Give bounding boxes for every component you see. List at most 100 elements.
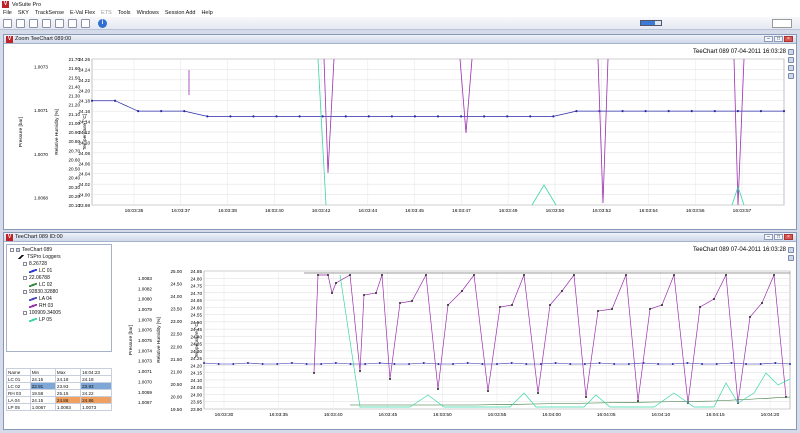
layout-icon[interactable]	[772, 19, 792, 28]
rh-point	[597, 310, 599, 312]
menu-sky[interactable]: SKY	[18, 10, 29, 16]
temp-tick-label: 24.00	[191, 392, 203, 397]
rh-tick-label: 20.50	[171, 382, 183, 387]
rh-point	[375, 292, 377, 294]
rh-point	[523, 274, 525, 276]
tree-group-label: TSPro Loggers	[27, 254, 61, 260]
temp-tick-label: 24.06	[79, 161, 91, 166]
table-cell: 24.86	[54, 396, 82, 404]
x-tick-label: 16:03:30	[215, 412, 234, 418]
zoom-window-controls: – □ ×	[763, 36, 793, 42]
rh-tick-label: 21.50	[171, 357, 183, 362]
pressure-axis-label: Pressure [bar]	[18, 117, 24, 147]
pressure-tick-label: 1.0070	[34, 152, 48, 157]
tree-item[interactable]: LC 01	[29, 268, 52, 274]
rh-point	[461, 290, 463, 292]
rh-point	[317, 274, 319, 276]
temp-point	[552, 115, 555, 118]
temp-point	[113, 99, 117, 102]
tree-item[interactable]: LP 05	[29, 317, 52, 323]
tree-item[interactable]: 8.26728	[23, 261, 47, 267]
rh-point	[425, 274, 427, 276]
menu-ets[interactable]: ETS	[101, 10, 112, 16]
tree-item[interactable]: LC 02	[29, 282, 52, 288]
menu-tools[interactable]: Tools	[118, 10, 131, 16]
print-icon[interactable]	[68, 18, 77, 28]
tree-group[interactable]: TSPro Loggers	[17, 254, 61, 260]
teechart-panel: V TeeChart 089 ID:00 – □ × TeeChart 089 …	[3, 232, 797, 430]
tree-item[interactable]: RH 03	[29, 303, 53, 309]
info-icon[interactable]: i	[98, 18, 107, 28]
temp-point	[378, 362, 381, 364]
tree-item-label: 100909.34005	[29, 310, 61, 316]
menu-windows[interactable]: Windows	[137, 10, 159, 16]
tree-item[interactable]: 100909.34005	[23, 310, 61, 316]
temp-tick-label: 24.55	[191, 313, 203, 318]
temp-tick-label: 24.16	[79, 109, 91, 114]
minimize-button[interactable]: –	[764, 36, 773, 42]
tree-item-label: RH 03	[39, 303, 54, 309]
close-button[interactable]: ×	[784, 234, 793, 240]
tree-item-label: 8.26728	[29, 261, 48, 267]
open-icon[interactable]	[16, 18, 25, 28]
open-folder-icon[interactable]	[29, 18, 38, 28]
tree-item[interactable]: 22.06788	[23, 275, 50, 281]
menu-eval-flex[interactable]: E-Val Flex	[70, 10, 95, 16]
maximize-button[interactable]: □	[774, 234, 783, 240]
series-swatch-icon	[17, 255, 25, 259]
rh-point	[625, 274, 627, 276]
rh-point	[447, 304, 449, 306]
series-swatch-icon	[29, 269, 37, 273]
new-icon[interactable]	[3, 18, 12, 28]
temp-point	[137, 110, 140, 113]
rh-tick-label: 24.50	[171, 282, 183, 287]
document-icon[interactable]	[42, 18, 51, 28]
table-cell: LC 01	[6, 375, 31, 383]
table-cell: 23.93	[54, 382, 82, 390]
table-cell: 22.91	[29, 382, 56, 390]
stats-table: Name Min Max 16:04:23 LC 01 24.15 24.18 …	[6, 368, 112, 411]
pressure-tick-label: 1.0068	[34, 196, 48, 201]
rh-point	[499, 306, 501, 308]
rh-point	[573, 274, 575, 276]
pressure-tick-label: 1.0082	[138, 286, 152, 291]
main-toolbar: i	[0, 17, 800, 30]
series-swatch-icon	[29, 304, 37, 308]
rh-tick-label: 20.00	[171, 394, 183, 399]
save-icon[interactable]	[55, 18, 64, 28]
rh-tick-label: 21.10	[69, 112, 81, 117]
tree-root[interactable]: TeeChart 089	[10, 247, 52, 253]
zoom-chart[interactable]: TeeChart 089 07-04-2011 16:03:28 24.26 24…	[4, 45, 794, 229]
menu-file[interactable]: File	[3, 10, 12, 16]
menu-tracksense[interactable]: TrackSense	[35, 10, 64, 16]
temp-point	[759, 363, 762, 365]
close-button[interactable]: ×	[784, 36, 793, 42]
rh-tick-label: 20.70	[69, 148, 81, 153]
col-header: Max	[54, 368, 82, 376]
maximize-button[interactable]: □	[774, 36, 783, 42]
temp-tick-label: 23.90	[191, 407, 203, 412]
main-chart[interactable]: TeeChart 089 07-04-2011 16:03:28 24.85 24…	[114, 243, 794, 429]
x-tick-label: 16:03:45	[378, 412, 397, 418]
temp-point	[627, 363, 630, 365]
table-cell: 24.86	[80, 396, 112, 404]
minimize-button[interactable]: –	[764, 234, 773, 240]
temp-point	[367, 115, 370, 118]
x-tick-label: 16:03:35	[269, 412, 288, 418]
x-tick-label: 16:03:57	[733, 208, 752, 214]
temp-point	[183, 110, 186, 113]
rh-point	[713, 298, 715, 300]
zoom-chart-panel: V Zoom TeeChart 089:00 – □ × TeeChart 08…	[3, 34, 797, 230]
tree-item[interactable]: LA 04	[29, 296, 52, 302]
tree-item[interactable]: 92830.32880	[23, 289, 58, 295]
expand-icon[interactable]	[10, 248, 14, 252]
temp-point	[525, 363, 528, 365]
rh-point	[335, 282, 337, 284]
rh-point	[389, 378, 391, 380]
menu-session-add[interactable]: Session Add	[165, 10, 196, 16]
report-icon[interactable]	[81, 18, 90, 28]
menu-help[interactable]: Help	[201, 10, 212, 16]
series-swatch-icon	[29, 297, 37, 301]
temp-point	[569, 363, 572, 365]
series-swatch-icon	[29, 318, 37, 322]
